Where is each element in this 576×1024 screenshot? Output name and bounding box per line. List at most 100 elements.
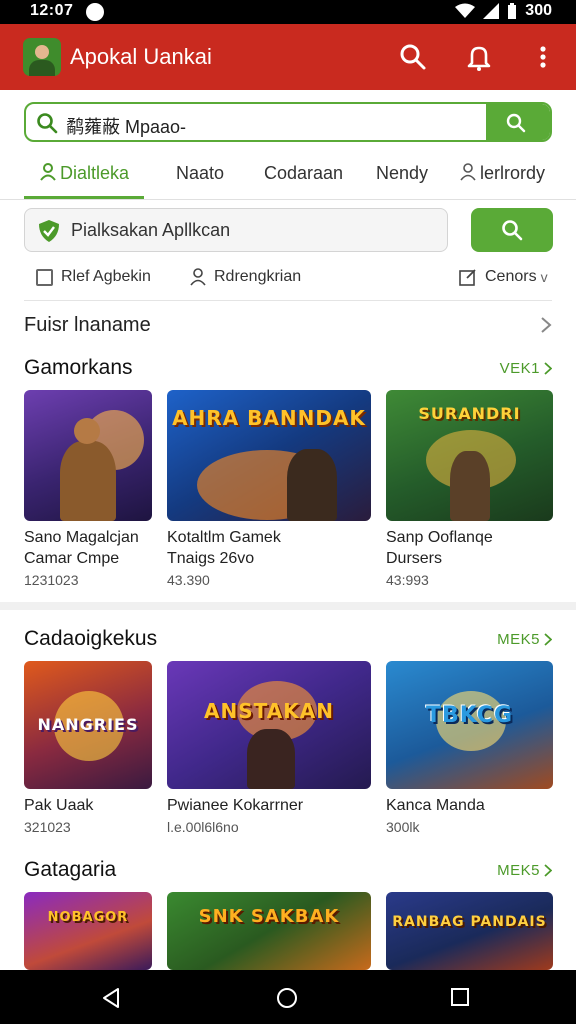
app-subtitle: Camar Cmpe [24,550,120,567]
home-icon[interactable] [276,987,298,1009]
search-icon [37,113,58,134]
tab-lerlrordy[interactable]: lerlrordy [460,163,545,184]
filter-input[interactable]: Pialksakan Apllkcan [24,208,448,252]
app-meta: 43.390 [167,572,210,588]
tab-label: Codaraan [264,163,344,183]
system-nav-bar [0,970,576,1024]
app-card[interactable]: TBKCG Kanca Manda 300lk [386,661,553,835]
person-icon [40,163,56,181]
tab-codaraan[interactable]: Codaraan [264,163,343,184]
person-icon [460,163,476,181]
status-time: 12:07 [30,2,74,19]
chevron-right-icon [544,864,552,877]
filter-value: Pialksakan Apllkcan [71,220,231,240]
app-thumbnail: SURANDRI [386,390,553,521]
tab-naato[interactable]: Naato [176,163,224,184]
more-label: VEK1 [499,360,540,377]
app-thumbnail: TBKCG [386,661,553,789]
tab-nendy[interactable]: Nendy [376,163,428,184]
search-icon [502,220,523,241]
active-tab-indicator [24,196,144,199]
app-title: Pak Uaak [24,797,94,814]
app-card[interactable]: AHRA BANNDAK Kotaltlm Gamek Tnaigs 26vo … [167,390,371,588]
more-label: MEK5 [497,862,540,879]
sort-option[interactable]: Rdrengkrian [190,268,301,286]
app-meta: 43:993 [386,572,429,588]
tab-bar: Dialtleka Naato Codaraan Nendy lerlrordy [0,150,576,200]
thumbnail-banner: SURANDRI [418,404,521,423]
app-card[interactable]: ANSTAKAN Pwianee Kokarrner l.e.00l6l6no [167,661,371,835]
more-options-dropdown[interactable]: Cenors v [459,268,548,286]
app-thumbnail: NOBAGOR [24,892,152,970]
person-icon [190,268,206,286]
app-meta: l.e.00l6l6no [167,819,239,835]
app-title: Sanp Ooflanqe [386,529,493,546]
thumbnail-banner: TBKCG [425,703,514,728]
section-title: Gatagaria [24,858,117,881]
thumbnail-banner: SNK SAKBAK [198,906,340,927]
recents-icon[interactable] [450,987,470,1007]
app-meta: 300lk [386,819,420,835]
status-icons: 300 [455,2,552,20]
app-card[interactable]: Sano Magalcjan Camar Cmpe 1231023 [24,390,152,588]
more-vert-icon[interactable] [528,42,558,72]
chevron-right-icon[interactable] [540,316,552,334]
search-input[interactable]: 鹬蕹蔽 Mpaao- [66,113,186,139]
more-label: MEK5 [497,631,540,648]
search-button[interactable] [486,104,550,140]
tab-dialtleka[interactable]: Dialtleka [40,163,129,184]
signal-icon [483,3,500,19]
search-icon [506,113,526,133]
notification-icon [86,3,104,21]
filter-search-button[interactable] [471,208,553,252]
app-title: Kotaltlm Gamek [167,529,281,546]
battery-level: 300 [525,2,552,19]
app-thumbnail: SNK SAKBAK [167,892,371,970]
section-more-link[interactable]: MEK5 [497,631,552,648]
section-title: Cadaoigkekus [24,627,158,650]
checkbox-label: Rlef Agbekin [61,268,151,285]
app-card[interactable]: NOBAGOR [24,892,152,970]
section-more-link[interactable]: MEK5 [497,862,552,879]
featured-row-title[interactable]: Fuisr lnaname [24,314,151,337]
app-subtitle: Tnaigs 26vo [167,550,255,567]
search-bar[interactable]: 鹬蕹蔽 Mpaao- [24,102,552,142]
tab-label: Nendy [376,163,429,183]
app-bar: Apokal Uankai [0,24,576,90]
app-logo [23,38,61,76]
thumbnail-banner: NOBAGOR [47,910,129,925]
app-thumbnail: NANGRIES [24,661,152,789]
more-options-label: Cenors [485,268,537,285]
thumbnail-banner: ANSTAKAN [204,699,334,723]
chevron-down-icon: v [540,269,548,285]
app-thumbnail: RANBAG PANDAIS [386,892,553,970]
checkbox-icon[interactable] [36,268,53,286]
divider [24,300,552,301]
app-card[interactable]: RANBAG PANDAIS [386,892,553,970]
chevron-right-icon [544,362,552,375]
sort-label: Rdrengkrian [214,268,302,285]
edit-icon [459,269,476,286]
app-title: Apokal Uankai [70,44,212,69]
app-subtitle: Dursers [386,550,443,567]
section-divider [0,602,576,610]
thumbnail-banner: AHRA BANNDAK [172,406,366,430]
search-icon[interactable] [398,42,428,72]
app-card[interactable]: SNK SAKBAK [167,892,371,970]
app-thumbnail: ANSTAKAN [167,661,371,789]
status-bar: 12:07 300 [0,0,576,24]
thumbnail-banner: RANBAG PANDAIS [392,914,547,930]
app-card[interactable]: SURANDRI Sanp Ooflanqe Dursers 43:993 [386,390,553,588]
filter-checkbox[interactable]: Rlef Agbekin [36,268,151,286]
section-title: Gamorkans [24,356,133,379]
app-title: Sano Magalcjan [24,529,139,546]
app-meta: 321023 [24,819,71,835]
section-more-link[interactable]: VEK1 [500,360,552,377]
app-thumbnail [24,390,152,521]
back-icon[interactable] [100,987,122,1009]
app-meta: 1231023 [24,572,79,588]
bell-icon[interactable] [464,42,494,72]
app-card[interactable]: NANGRIES Pak Uaak 321023 [24,661,152,835]
tab-label: lerlrordy [480,163,546,183]
thumbnail-banner: NANGRIES [37,715,139,734]
